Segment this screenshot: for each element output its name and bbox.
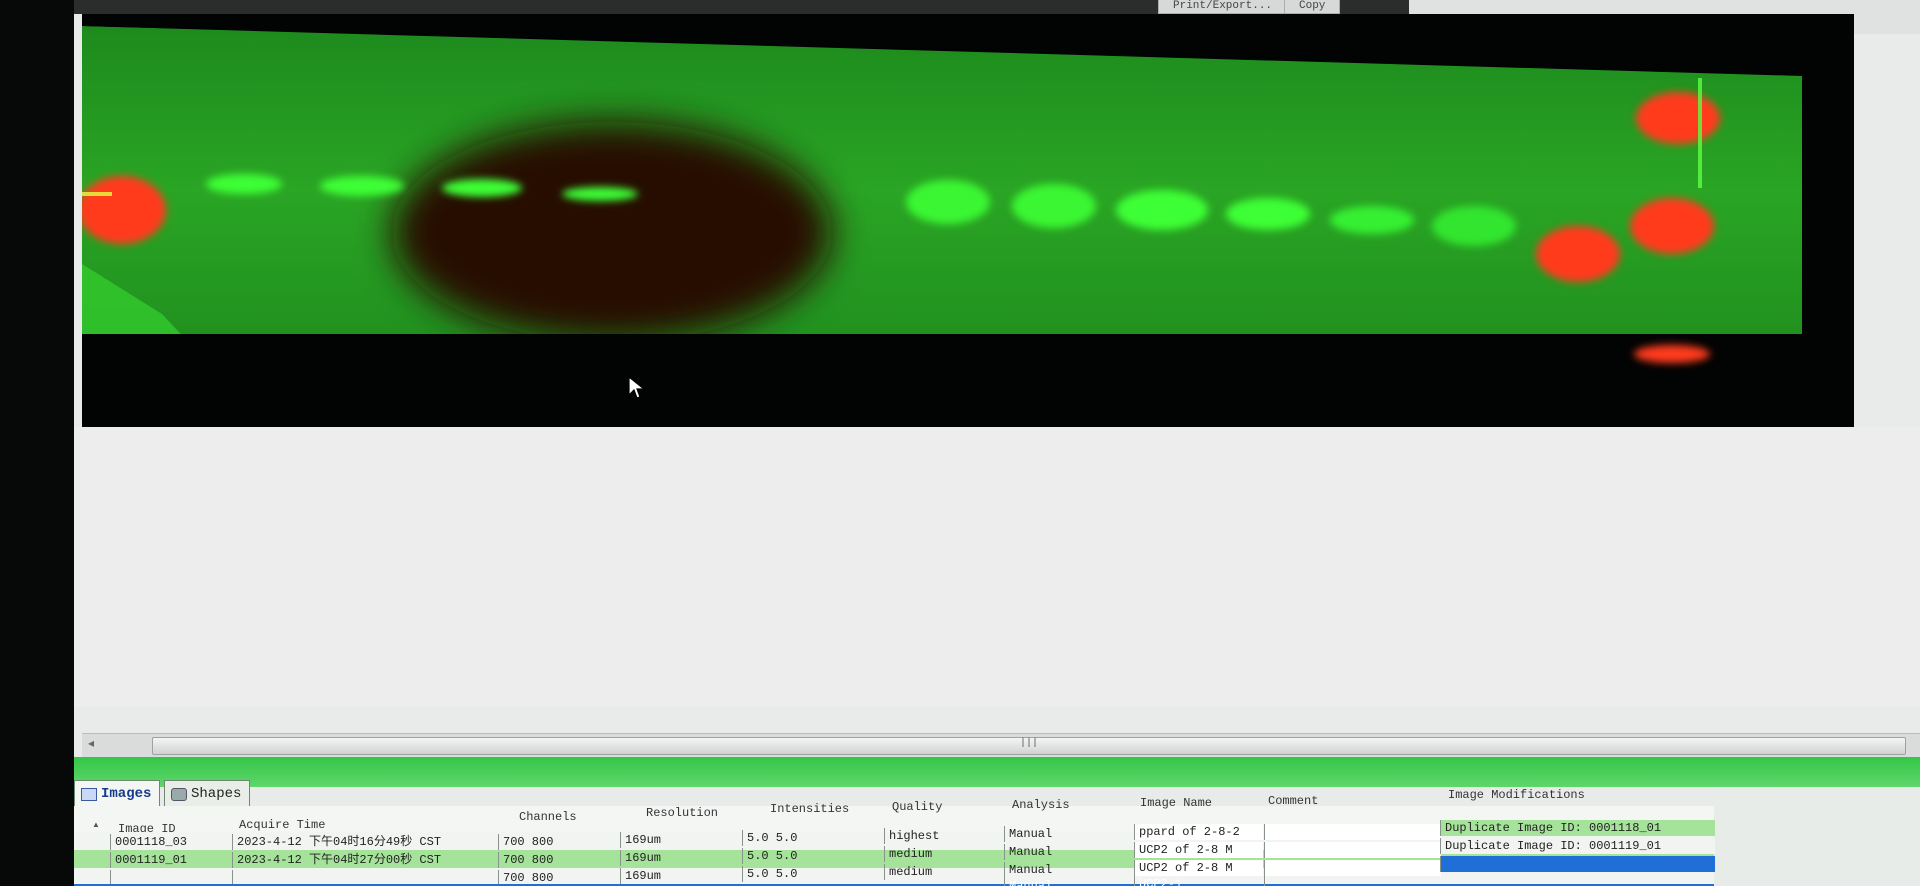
copy-button[interactable]: Copy [1284,0,1341,14]
band [442,179,522,197]
cell-intensities: 5.0 5.0 [742,830,865,846]
cell-resolution: 169um [620,832,743,848]
band [1432,206,1516,246]
col-resolution[interactable]: Resolution [646,806,718,820]
band [1634,345,1710,363]
grip-icon: ||| [1019,738,1039,749]
band [1012,184,1096,228]
sort-arrow-icon[interactable]: ▲ [92,820,100,829]
cell-analysis: Manual [1004,826,1127,842]
col-image-name[interactable]: Image Name [1140,796,1212,810]
image-canvas-empty-area [74,427,1920,707]
band [562,187,638,201]
cell-intensities: 5.0 5.0 [742,848,865,864]
band [206,174,282,194]
cell-comment[interactable] [1264,860,1441,876]
gel-scan-image[interactable] [82,14,1854,427]
cell-acquire-time: 2023-4-12 下午04时27分00秒 CST [232,852,499,868]
cell-channels: 700 800 [498,852,621,868]
cell-quality: medium [884,864,1007,880]
cell-analysis: Manual [1004,862,1127,878]
panel-background [1714,787,1920,886]
band [906,180,990,224]
panel-header-band [74,757,1920,787]
col-channels[interactable]: Channels [519,810,577,824]
cell-image-modifications: Duplicate Image ID: 0001118_01 [1440,820,1715,836]
cell-image-name[interactable]: UCP2 of 2-8 M [1134,842,1263,858]
horizontal-scrollbar[interactable]: ◂ ||| [82,733,1920,758]
col-intensities[interactable]: Intensities [770,802,849,816]
band [1116,190,1208,230]
cell-image-name[interactable]: UCP2 of 2-8 M [1134,860,1263,876]
cell-image-modifications: Duplicate Image ID: 0001119_01 [1440,838,1715,854]
band [1630,198,1714,254]
col-analysis[interactable]: Analysis [1012,798,1070,812]
cell-channels: 700 800 [498,834,621,850]
cell-image-name[interactable]: UCP2-1 [1134,876,1263,886]
cell-image-id: 0001119_01 [110,852,233,868]
scrollbar-thumb[interactable]: ||| [152,737,1906,755]
cell-comment[interactable] [1264,876,1441,886]
band [1226,198,1310,230]
cell-resolution: 169um [620,850,743,866]
cell-image-modifications [1440,856,1715,872]
cell-acquire-time: 2023-4-12 下午04时16分49秒 CST [232,834,499,850]
band [1636,92,1720,144]
app-window: Print/Export... Copy ◂ ||| Images Shapes… [74,0,1920,886]
tab-images[interactable]: Images [74,780,161,807]
cell-comment[interactable] [1264,842,1441,858]
monitor-bezel [0,0,80,886]
cell-analysis: Manual [1004,878,1127,886]
cell-quality: highest [884,828,1007,844]
cell-analysis: Manual [1004,844,1127,860]
col-quality[interactable]: Quality [892,800,942,814]
cell-resolution: 169um [620,868,743,884]
col-image-modifications[interactable]: Image Modifications [1448,788,1585,802]
band [1536,226,1620,282]
print-export-button[interactable]: Print/Export... [1158,0,1288,14]
cell-intensities: 5.0 5.0 [742,866,865,882]
band [82,176,166,244]
scroll-left-icon[interactable]: ◂ [88,736,94,750]
images-table: ▲ Image ID Acquire Time Channels Resolut… [74,788,1715,886]
cell-image-id: 0001118_03 [110,834,233,850]
cell-image-name[interactable]: ppard of 2-8-2 [1134,824,1263,840]
band [1330,206,1414,234]
dark-smudge [392,122,832,342]
band [320,176,404,196]
cell-quality: medium [884,846,1007,862]
cell-comment[interactable] [1264,824,1441,840]
tab-label: Shapes [191,786,242,802]
tab-label: Images [101,786,152,802]
col-comment[interactable]: Comment [1268,794,1318,808]
tab-shapes[interactable]: Shapes [164,780,251,807]
shapes-icon [171,788,187,801]
image-icon [81,788,97,801]
col-acquire-time[interactable]: Acquire Time [239,818,325,832]
